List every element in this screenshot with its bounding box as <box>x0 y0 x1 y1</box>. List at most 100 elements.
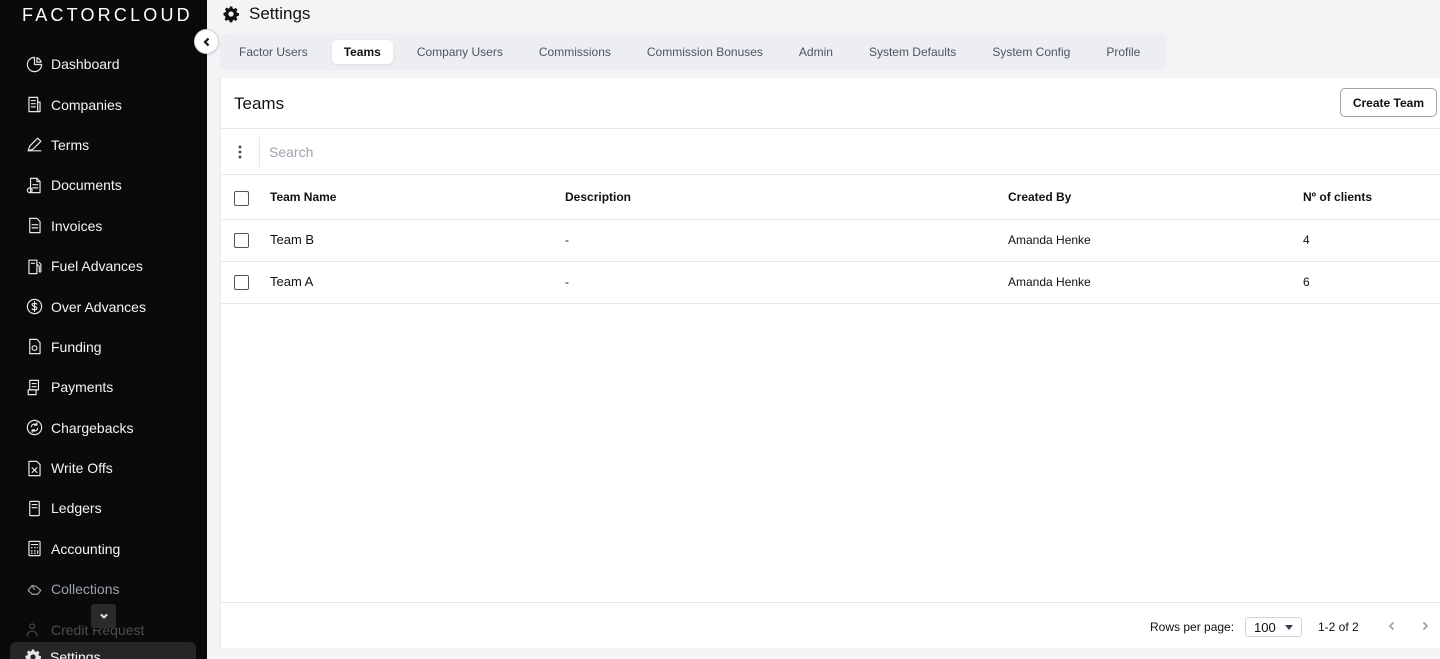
sidebar-item-label: Funding <box>51 338 102 355</box>
sidebar-item-invoices[interactable]: Invoices <box>0 206 207 246</box>
documents-icon <box>24 175 44 195</box>
sidebar-item-payments[interactable]: Payments <box>0 367 207 407</box>
caret-down-icon <box>1285 625 1293 630</box>
sidebar-item-ledgers[interactable]: Ledgers <box>0 488 207 528</box>
sidebar-item-label: Accounting <box>51 540 121 557</box>
card-header: Teams Create Team <box>221 78 1440 129</box>
sidebar-item-dashboard[interactable]: Dashboard <box>0 44 207 84</box>
more-options-button[interactable] <box>231 141 249 163</box>
chevron-left-icon <box>202 37 209 46</box>
created-by-cell: Amanda Henke <box>1008 233 1091 247</box>
sidebar-item-chargebacks[interactable]: Chargebacks <box>0 408 207 448</box>
tab-profile[interactable]: Profile <box>1106 45 1140 59</box>
sidebar-item-label: Fuel Advances <box>51 258 143 275</box>
pagination-range: 1-2 of 2 <box>1318 620 1359 634</box>
rows-per-page-label: Rows per page: <box>1150 620 1235 634</box>
tab-admin[interactable]: Admin <box>799 45 833 59</box>
payments-icon <box>24 377 44 397</box>
dashboard-icon <box>24 54 44 74</box>
column-header-created-by[interactable]: Created By <box>1008 190 1071 204</box>
team-name-cell: Team A <box>270 274 314 289</box>
tab-system-config[interactable]: System Config <box>992 45 1070 59</box>
column-header-team-name[interactable]: Team Name <box>270 190 336 204</box>
sidebar-item-write-offs[interactable]: Write Offs <box>0 448 207 488</box>
description-cell: - <box>565 275 569 289</box>
sidebar-item-label: Documents <box>51 177 122 194</box>
kebab-menu-icon <box>238 145 242 159</box>
sidebar-item-accounting[interactable]: Accounting <box>0 529 207 569</box>
table-row[interactable]: Team A - Amanda Henke 6 <box>221 262 1440 304</box>
sidebar-item-label: Over Advances <box>51 298 146 315</box>
team-name-cell: Team B <box>270 232 315 247</box>
sidebar-item-fuel-advances[interactable]: Fuel Advances <box>0 246 207 286</box>
table-row[interactable]: Team B - Amanda Henke 4 <box>221 220 1440 262</box>
sidebar-item-label: Write Offs <box>51 460 113 477</box>
write-off-icon <box>24 458 44 478</box>
sidebar-item-label: Payments <box>51 379 114 396</box>
settings-tabs: Factor Users Teams Company Users Commiss… <box>220 33 1167 70</box>
row-checkbox[interactable] <box>234 233 249 248</box>
fuel-icon <box>24 256 44 276</box>
tab-system-defaults[interactable]: System Defaults <box>869 45 956 59</box>
chevron-down-icon <box>99 613 108 619</box>
previous-page-button[interactable] <box>1384 617 1400 635</box>
ledger-icon <box>24 498 44 518</box>
building-icon <box>24 95 44 115</box>
collections-icon <box>24 579 44 599</box>
sidebar-item-documents[interactable]: Documents <box>0 165 207 205</box>
sidebar-collapse-button[interactable] <box>194 29 219 54</box>
sidebar-item-label: Terms <box>51 136 90 153</box>
credit-request-icon <box>24 620 44 640</box>
sidebar-item-label: Companies <box>51 96 122 113</box>
page-header: Settings <box>222 4 310 24</box>
column-header-clients[interactable]: Nº of clients <box>1303 190 1372 204</box>
sidebar-item-label: Collections <box>51 581 120 598</box>
tab-factor-users[interactable]: Factor Users <box>239 45 308 59</box>
table-toolbar <box>221 129 1440 175</box>
description-cell: - <box>565 233 569 247</box>
clients-count-cell: 6 <box>1303 275 1310 289</box>
card-title: Teams <box>234 94 285 113</box>
gear-icon <box>25 649 41 659</box>
sidebar-item-companies[interactable]: Companies <box>0 84 207 124</box>
chargeback-icon <box>24 418 44 438</box>
row-checkbox[interactable] <box>234 275 249 290</box>
funding-icon <box>24 337 44 357</box>
chevron-left-icon <box>1388 621 1395 631</box>
search-input[interactable] <box>269 139 869 165</box>
teams-card: Teams Create Team Team Name Description … <box>220 78 1440 648</box>
sidebar: FACTORCLOUD Dashboard Companies Terms Do… <box>0 0 207 659</box>
tab-company-users[interactable]: Company Users <box>417 45 503 59</box>
dollar-circle-icon <box>24 297 44 317</box>
app-logo: FACTORCLOUD <box>22 5 193 25</box>
sidebar-item-label: Invoices <box>51 217 103 234</box>
sidebar-item-label: Ledgers <box>51 500 102 517</box>
next-page-button[interactable] <box>1417 617 1433 635</box>
sidebar-item-label: Settings <box>50 649 101 659</box>
pen-icon <box>24 135 44 155</box>
page-title: Settings <box>249 4 311 23</box>
clients-count-cell: 4 <box>1303 233 1310 247</box>
sidebar-item-terms[interactable]: Terms <box>0 125 207 165</box>
table-header: Team Name Description Created By Nº of c… <box>221 175 1440 220</box>
create-team-button[interactable]: Create Team <box>1339 88 1437 117</box>
column-header-description[interactable]: Description <box>565 190 631 204</box>
sidebar-item-over-advances[interactable]: Over Advances <box>0 286 207 326</box>
sidebar-item-label: Dashboard <box>51 56 120 73</box>
toolbar-divider <box>259 137 260 167</box>
select-all-checkbox[interactable] <box>234 191 249 206</box>
created-by-cell: Amanda Henke <box>1008 275 1091 289</box>
rows-per-page-select[interactable]: 100 <box>1245 617 1302 637</box>
tab-commission-bonuses[interactable]: Commission Bonuses <box>647 45 763 59</box>
table-pagination: Rows per page: 100 1-2 of 2 <box>221 602 1440 648</box>
rows-per-page-value: 100 <box>1254 619 1276 635</box>
tab-commissions[interactable]: Commissions <box>539 45 611 59</box>
sidebar-item-funding[interactable]: Funding <box>0 327 207 367</box>
sidebar-scroll-down-button[interactable] <box>91 604 116 628</box>
sidebar-item-settings[interactable]: Settings <box>10 642 196 659</box>
sidebar-nav: Dashboard Companies Terms Documents Invo… <box>0 44 207 650</box>
sidebar-item-label: Chargebacks <box>51 419 134 436</box>
tab-teams[interactable]: Teams <box>331 39 393 64</box>
invoice-icon <box>24 216 44 236</box>
gear-icon <box>223 6 239 23</box>
